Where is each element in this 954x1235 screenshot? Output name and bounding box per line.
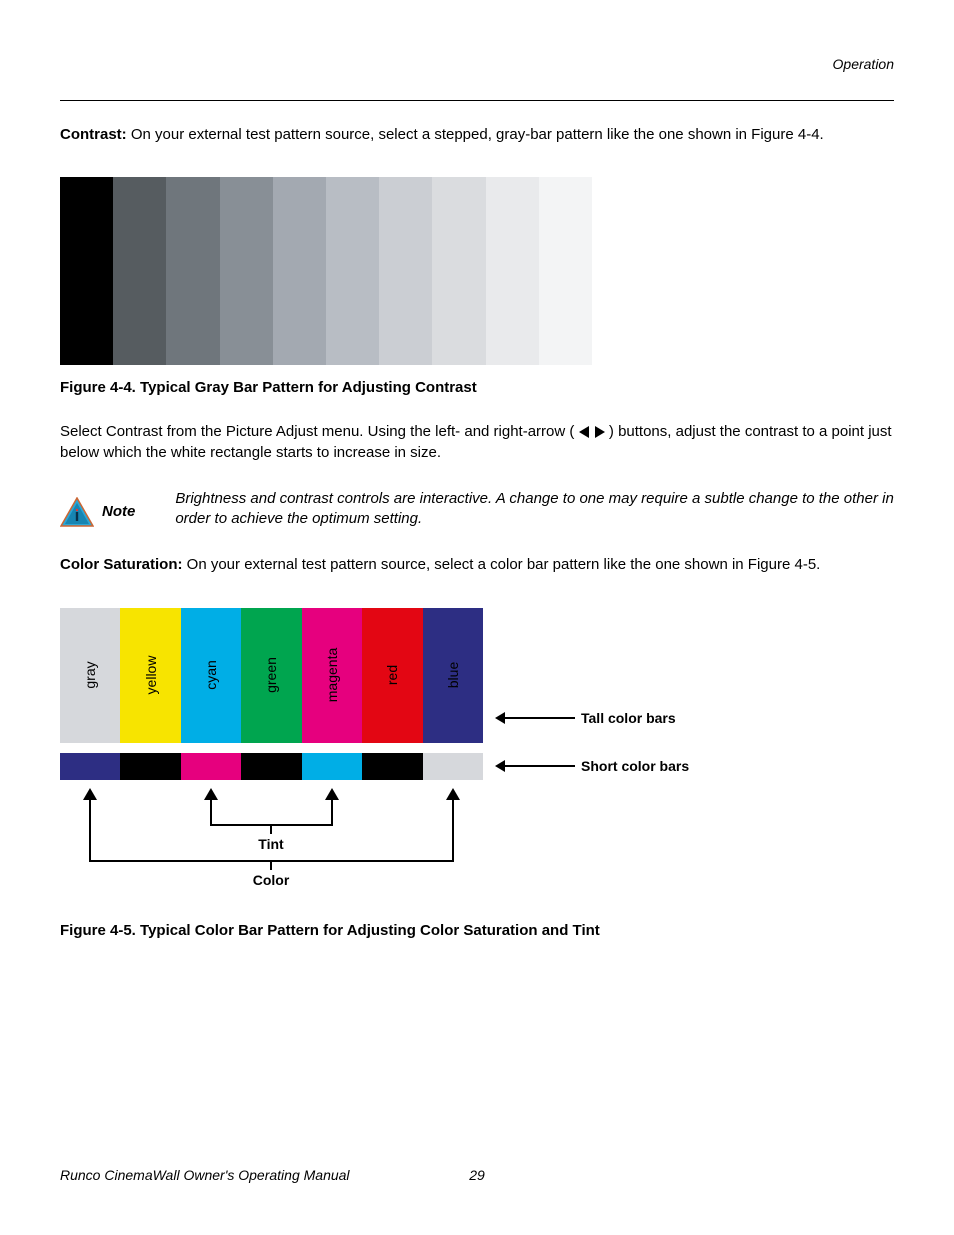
- footer-title: Runco CinemaWall Owner's Operating Manua…: [60, 1167, 350, 1183]
- bar-label: green: [263, 657, 279, 693]
- header-rule: [60, 100, 894, 101]
- tall-bar-magenta: magenta: [302, 608, 362, 743]
- tall-color-bars: gray yellow cyan green magenta red blue: [60, 608, 483, 743]
- gray-bar: [273, 177, 326, 365]
- arrow-left-icon: [495, 760, 505, 772]
- header-section: Operation: [833, 56, 894, 72]
- gray-bar: [60, 177, 113, 365]
- bar-label: red: [384, 665, 400, 685]
- color-sat-text: On your external test pattern source, se…: [183, 556, 821, 573]
- arrow-up-icon: [83, 788, 97, 800]
- arrow-left-icon: [495, 712, 505, 724]
- bracket-tick: [270, 860, 272, 870]
- short-bar: [60, 753, 120, 780]
- contrast-paragraph: Contrast: On your external test pattern …: [60, 125, 894, 145]
- gray-bar: [166, 177, 219, 365]
- color-label: Color: [253, 872, 290, 888]
- bracket-line: [452, 800, 454, 860]
- contrast-label: Contrast:: [60, 126, 127, 143]
- short-bar: [241, 753, 301, 780]
- short-bars-label: Short color bars: [581, 758, 689, 774]
- gray-bar: [379, 177, 432, 365]
- para2-a: Select Contrast from the Picture Adjust …: [60, 423, 574, 440]
- tall-bar-blue: blue: [423, 608, 483, 743]
- short-bars-annotation: Short color bars: [495, 758, 689, 774]
- short-bar: [181, 753, 241, 780]
- arrow-up-icon: [446, 788, 460, 800]
- contrast-text: On your external test pattern source, se…: [127, 126, 824, 143]
- left-arrow-icon: [579, 422, 591, 442]
- short-bar: [362, 753, 422, 780]
- color-bracket: Color: [60, 788, 483, 888]
- page-number: 29: [469, 1167, 485, 1183]
- gray-bar: [486, 177, 539, 365]
- annot-line: [505, 717, 575, 719]
- bracket-line: [89, 800, 91, 860]
- warning-icon: [60, 497, 94, 527]
- short-bar: [120, 753, 180, 780]
- gray-bar: [113, 177, 166, 365]
- note-block: Note Brightness and contrast controls ar…: [60, 489, 894, 530]
- bar-label: gray: [82, 661, 98, 688]
- tall-bar-green: green: [241, 608, 301, 743]
- tall-bar-yellow: yellow: [120, 608, 180, 743]
- right-arrow-icon: [595, 422, 605, 442]
- gray-bar: [592, 177, 645, 365]
- tall-bar-cyan: cyan: [181, 608, 241, 743]
- tall-bars-label: Tall color bars: [581, 710, 676, 726]
- tall-bar-gray: gray: [60, 608, 120, 743]
- gray-bar: [539, 177, 592, 365]
- gray-bar: [432, 177, 485, 365]
- color-saturation-paragraph: Color Saturation: On your external test …: [60, 555, 894, 575]
- bar-label: yellow: [143, 656, 159, 695]
- gray-bar-pattern: [60, 177, 645, 365]
- contrast-instruction: Select Contrast from the Picture Adjust …: [60, 422, 894, 463]
- note-label: Note: [102, 503, 135, 520]
- short-bar: [302, 753, 362, 780]
- tall-bars-annotation: Tall color bars: [495, 710, 676, 726]
- color-sat-label: Color Saturation:: [60, 556, 183, 573]
- bar-label: cyan: [203, 660, 219, 690]
- page-footer: Runco CinemaWall Owner's Operating Manua…: [60, 1167, 894, 1183]
- color-bar-figure: gray yellow cyan green magenta red blue …: [60, 608, 710, 908]
- figure-4-4-caption: Figure 4-4. Typical Gray Bar Pattern for…: [60, 379, 894, 396]
- note-text: Brightness and contrast controls are int…: [175, 489, 894, 530]
- annot-line: [505, 765, 575, 767]
- bar-label: blue: [445, 662, 461, 688]
- gray-bar: [220, 177, 273, 365]
- figure-4-5-caption: Figure 4-5. Typical Color Bar Pattern fo…: [60, 922, 894, 939]
- bar-label: magenta: [324, 648, 340, 702]
- tall-bar-red: red: [362, 608, 422, 743]
- short-color-bars: [60, 753, 483, 780]
- short-bar: [423, 753, 483, 780]
- gray-bar: [326, 177, 379, 365]
